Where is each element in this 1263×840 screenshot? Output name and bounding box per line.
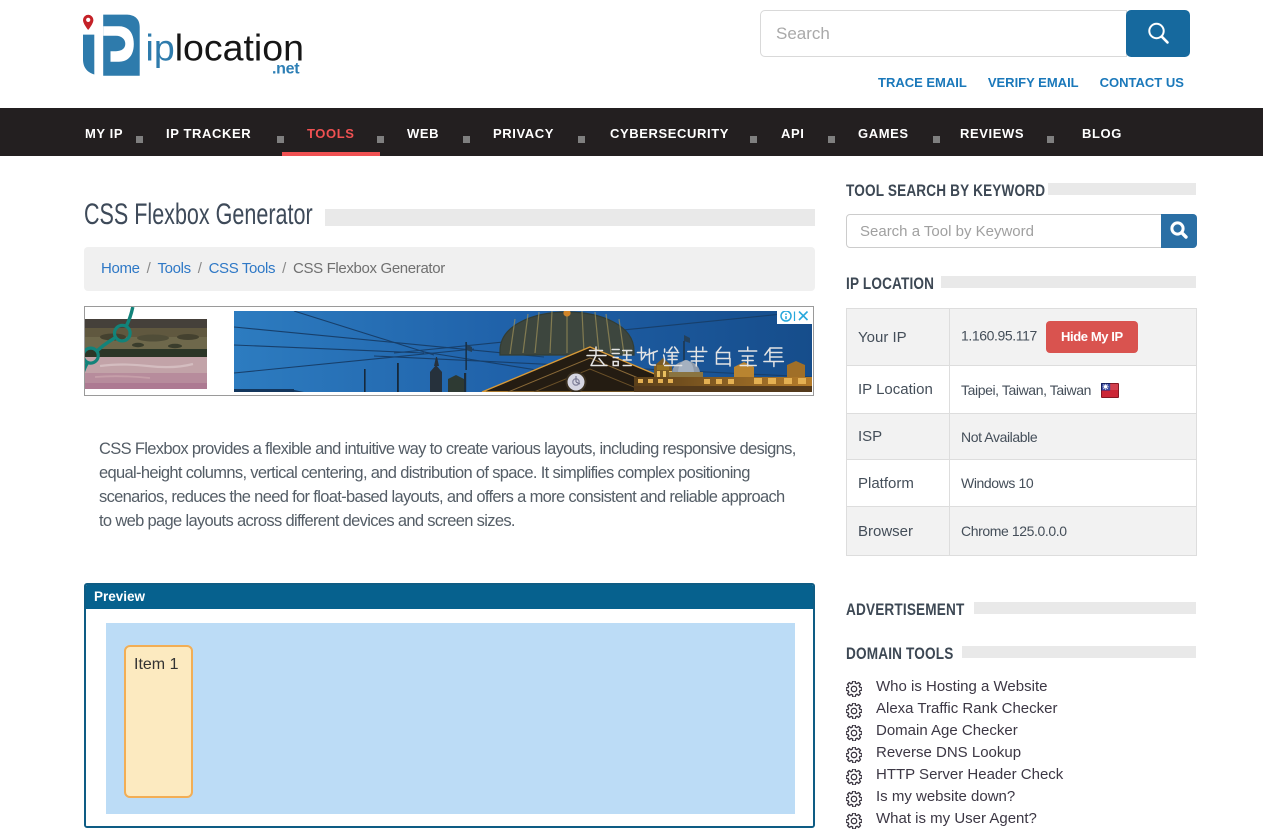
- svg-text:.net: .net: [272, 61, 300, 78]
